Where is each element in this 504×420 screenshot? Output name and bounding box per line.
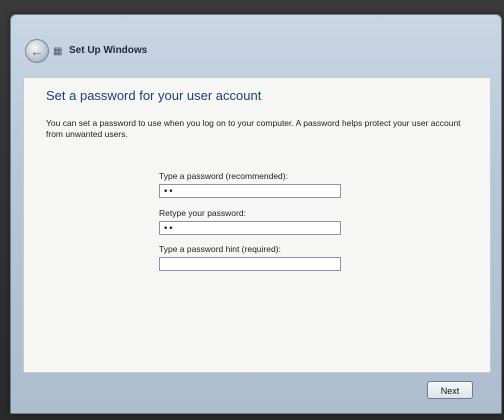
password-label: Type a password (recommended): xyxy=(159,171,288,181)
setup-windows-icon: ▦ xyxy=(53,46,63,57)
window-title: Set Up Windows xyxy=(69,45,148,56)
photo-frame: ← ▦ Set Up Windows Set a password for yo… xyxy=(0,0,504,420)
setup-window: ← ▦ Set Up Windows Set a password for yo… xyxy=(10,14,502,414)
page-description: You can set a password to use when you l… xyxy=(46,118,461,139)
content-panel: Set a password for your user account You… xyxy=(23,77,491,373)
footer-bar: Next xyxy=(11,371,501,413)
password-field[interactable]: •• xyxy=(159,184,341,198)
password-hint-field[interactable] xyxy=(159,257,341,271)
retype-password-field[interactable]: •• xyxy=(159,221,341,235)
password-hint-label: Type a password hint (required): xyxy=(159,244,281,254)
retype-password-label: Retype your password: xyxy=(159,208,246,218)
back-arrow-icon: ← xyxy=(30,43,44,59)
next-button[interactable]: Next xyxy=(427,381,473,399)
page-heading: Set a password for your user account xyxy=(46,88,262,103)
back-button[interactable]: ← xyxy=(25,39,49,63)
title-bar: ← ▦ Set Up Windows xyxy=(11,15,501,77)
